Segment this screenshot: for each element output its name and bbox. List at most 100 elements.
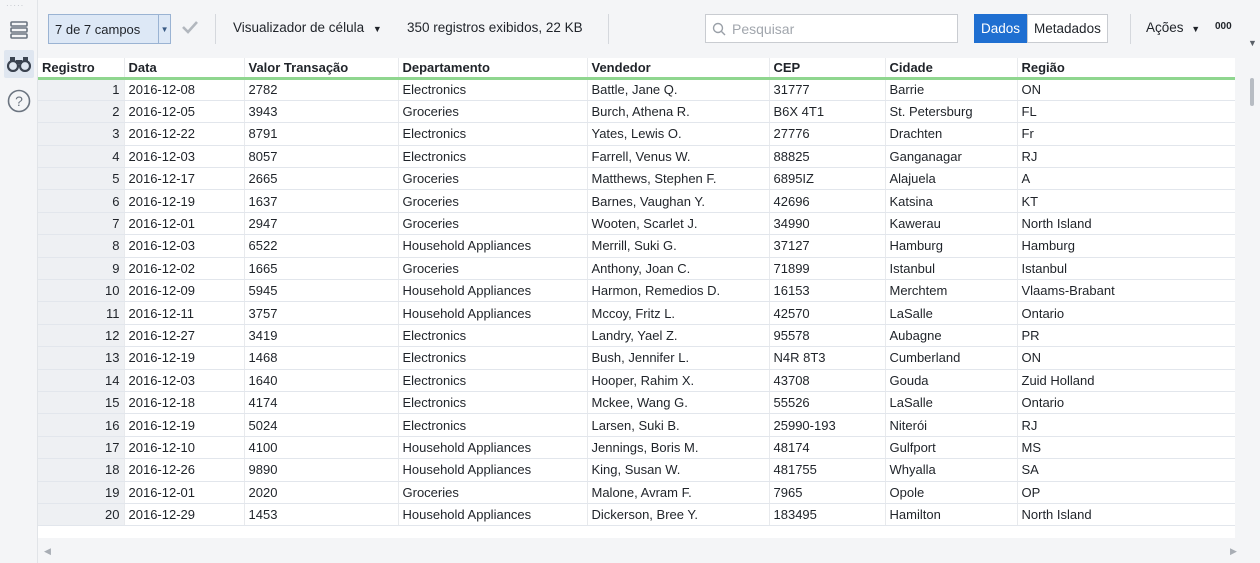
table-cell[interactable]: 2020 bbox=[244, 481, 399, 504]
table-cell[interactable]: 1640 bbox=[244, 369, 399, 392]
table-cell[interactable]: King, Susan W. bbox=[587, 458, 770, 482]
table-row[interactable]: 11 2016-12-11 3757 Household Appliances Mcco… bbox=[38, 301, 1235, 325]
table-cell[interactable]: Groceries bbox=[398, 212, 588, 236]
table-row[interactable]: 1 2016-12-08 2782 Electronics Battle, Jane Q… bbox=[38, 78, 1235, 101]
table-cell[interactable]: 2016-12-03 bbox=[124, 234, 245, 258]
table-cell[interactable]: 2 bbox=[38, 100, 125, 124]
table-cell[interactable]: 8057 bbox=[244, 145, 399, 169]
table-cell[interactable]: 5024 bbox=[244, 413, 399, 437]
table-cell[interactable]: 2016-12-19 bbox=[124, 413, 245, 437]
overflow-arrow-icon[interactable]: ▼ bbox=[1248, 38, 1257, 48]
table-cell[interactable]: 48174 bbox=[769, 436, 886, 460]
column-header-cep[interactable]: CEP bbox=[769, 58, 886, 80]
table-cell[interactable]: A bbox=[1017, 167, 1235, 191]
table-cell[interactable]: 8791 bbox=[244, 122, 399, 146]
table-cell[interactable]: Cumberland bbox=[885, 346, 1018, 370]
table-cell[interactable]: 2016-12-22 bbox=[124, 122, 245, 146]
table-cell[interactable]: Electronics bbox=[398, 78, 588, 101]
table-cell[interactable]: Farrell, Venus W. bbox=[587, 145, 770, 169]
table-cell[interactable]: ON bbox=[1017, 78, 1235, 101]
table-cell[interactable]: Katsina bbox=[885, 189, 1018, 213]
table-cell[interactable]: 19 bbox=[38, 481, 125, 504]
table-cell[interactable]: 15 bbox=[38, 391, 125, 415]
table-cell[interactable]: 13 bbox=[38, 346, 125, 370]
table-cell[interactable]: Electronics bbox=[398, 122, 588, 146]
table-cell[interactable]: 1637 bbox=[244, 189, 399, 213]
table-cell[interactable]: Mccoy, Fritz L. bbox=[587, 301, 770, 325]
table-cell[interactable]: Hamilton bbox=[885, 503, 1018, 527]
table-cell[interactable]: Battle, Jane Q. bbox=[587, 78, 770, 101]
table-row[interactable]: 4 2016-12-03 8057 Electronics Farrell, Venus… bbox=[38, 145, 1235, 169]
fields-selector-dropdown[interactable]: 7 de 7 campos ▼ bbox=[48, 14, 171, 44]
table-cell[interactable]: LaSalle bbox=[885, 301, 1018, 325]
table-cell[interactable]: 42696 bbox=[769, 189, 886, 213]
table-cell[interactable]: 9 bbox=[38, 257, 125, 281]
table-row[interactable]: 19 2016-12-01 2020 Groceries Malone, Avram F… bbox=[38, 481, 1235, 504]
table-row[interactable]: 10 2016-12-09 5945 Household Appliances Harm… bbox=[38, 279, 1235, 303]
table-cell[interactable]: Harmon, Remedios D. bbox=[587, 279, 770, 303]
table-cell[interactable]: SA bbox=[1017, 458, 1235, 482]
table-row[interactable]: 6 2016-12-19 1637 Groceries Barnes, Vaughan … bbox=[38, 189, 1235, 213]
table-cell[interactable]: 10 bbox=[38, 279, 125, 303]
table-cell[interactable]: Household Appliances bbox=[398, 503, 588, 527]
table-cell[interactable]: 1468 bbox=[244, 346, 399, 370]
search-input[interactable]: Pesquisar bbox=[705, 14, 958, 43]
table-cell[interactable]: 7965 bbox=[769, 481, 886, 504]
table-row[interactable]: 3 2016-12-22 8791 Electronics Yates, Lewis O… bbox=[38, 122, 1235, 146]
table-cell[interactable]: Household Appliances bbox=[398, 436, 588, 460]
table-cell[interactable]: 2016-12-26 bbox=[124, 458, 245, 482]
table-cell[interactable]: Hamburg bbox=[1017, 234, 1235, 258]
table-row[interactable]: 13 2016-12-19 1468 Electronics Bush, Jennife… bbox=[38, 346, 1235, 370]
table-cell[interactable]: Gulfport bbox=[885, 436, 1018, 460]
table-cell[interactable]: 55526 bbox=[769, 391, 886, 415]
table-cell[interactable]: OP bbox=[1017, 481, 1235, 504]
table-cell[interactable]: Groceries bbox=[398, 257, 588, 281]
table-cell[interactable]: Merrill, Suki G. bbox=[587, 234, 770, 258]
vertical-scroll-thumb[interactable] bbox=[1250, 78, 1254, 106]
table-cell[interactable]: Larsen, Suki B. bbox=[587, 413, 770, 437]
tab-metadados[interactable]: Metadados bbox=[1027, 14, 1108, 43]
table-cell[interactable]: 16153 bbox=[769, 279, 886, 303]
table-cell[interactable]: Ontario bbox=[1017, 391, 1235, 415]
table-cell[interactable]: Matthews, Stephen F. bbox=[587, 167, 770, 191]
table-cell[interactable]: 12 bbox=[38, 324, 125, 348]
table-row[interactable]: 20 2016-12-29 1453 Household Appliances Dick… bbox=[38, 503, 1235, 527]
table-cell[interactable]: 18 bbox=[38, 458, 125, 482]
table-cell[interactable]: Groceries bbox=[398, 167, 588, 191]
table-row[interactable]: 9 2016-12-02 1665 Groceries Anthony, Joan C.… bbox=[38, 257, 1235, 281]
table-cell[interactable]: 2016-12-08 bbox=[124, 78, 245, 101]
table-cell[interactable]: RJ bbox=[1017, 145, 1235, 169]
table-cell[interactable]: 9890 bbox=[244, 458, 399, 482]
table-cell[interactable]: Anthony, Joan C. bbox=[587, 257, 770, 281]
table-cell[interactable]: Jennings, Boris M. bbox=[587, 436, 770, 460]
table-cell[interactable]: Groceries bbox=[398, 100, 588, 124]
table-cell[interactable]: Fr bbox=[1017, 122, 1235, 146]
table-cell[interactable]: Opole bbox=[885, 481, 1018, 504]
table-cell[interactable]: Electronics bbox=[398, 324, 588, 348]
table-row[interactable]: 7 2016-12-01 2947 Groceries Wooten, Scarlet … bbox=[38, 212, 1235, 236]
table-cell[interactable]: 2016-12-03 bbox=[124, 145, 245, 169]
table-cell[interactable]: Household Appliances bbox=[398, 234, 588, 258]
table-cell[interactable]: Aubagne bbox=[885, 324, 1018, 348]
drag-grip-icon[interactable]: ····· bbox=[6, 2, 28, 10]
table-row[interactable]: 18 2016-12-26 9890 Household Appliances King… bbox=[38, 458, 1235, 482]
help-icon[interactable]: ? bbox=[4, 87, 34, 115]
table-row[interactable]: 8 2016-12-03 6522 Household Appliances Merri… bbox=[38, 234, 1235, 258]
table-cell[interactable]: Whyalla bbox=[885, 458, 1018, 482]
table-cell[interactable]: B6X 4T1 bbox=[769, 100, 886, 124]
table-cell[interactable]: Gouda bbox=[885, 369, 1018, 392]
table-cell[interactable]: Vlaams-Brabant bbox=[1017, 279, 1235, 303]
table-cell[interactable]: 2016-12-09 bbox=[124, 279, 245, 303]
table-cell[interactable]: Hooper, Rahim X. bbox=[587, 369, 770, 392]
table-cell[interactable]: 4100 bbox=[244, 436, 399, 460]
cell-viewer-button[interactable]: Visualizador de célula ▼ bbox=[233, 20, 382, 35]
table-cell[interactable]: Malone, Avram F. bbox=[587, 481, 770, 504]
table-row[interactable]: 12 2016-12-27 3419 Electronics Landry, Yael … bbox=[38, 324, 1235, 348]
table-cell[interactable]: Yates, Lewis O. bbox=[587, 122, 770, 146]
list-view-icon[interactable] bbox=[4, 16, 34, 44]
table-cell[interactable]: Household Appliances bbox=[398, 301, 588, 325]
table-cell[interactable]: 20 bbox=[38, 503, 125, 527]
table-cell[interactable]: Drachten bbox=[885, 122, 1018, 146]
table-cell[interactable]: 27776 bbox=[769, 122, 886, 146]
table-cell[interactable]: 2016-12-02 bbox=[124, 257, 245, 281]
